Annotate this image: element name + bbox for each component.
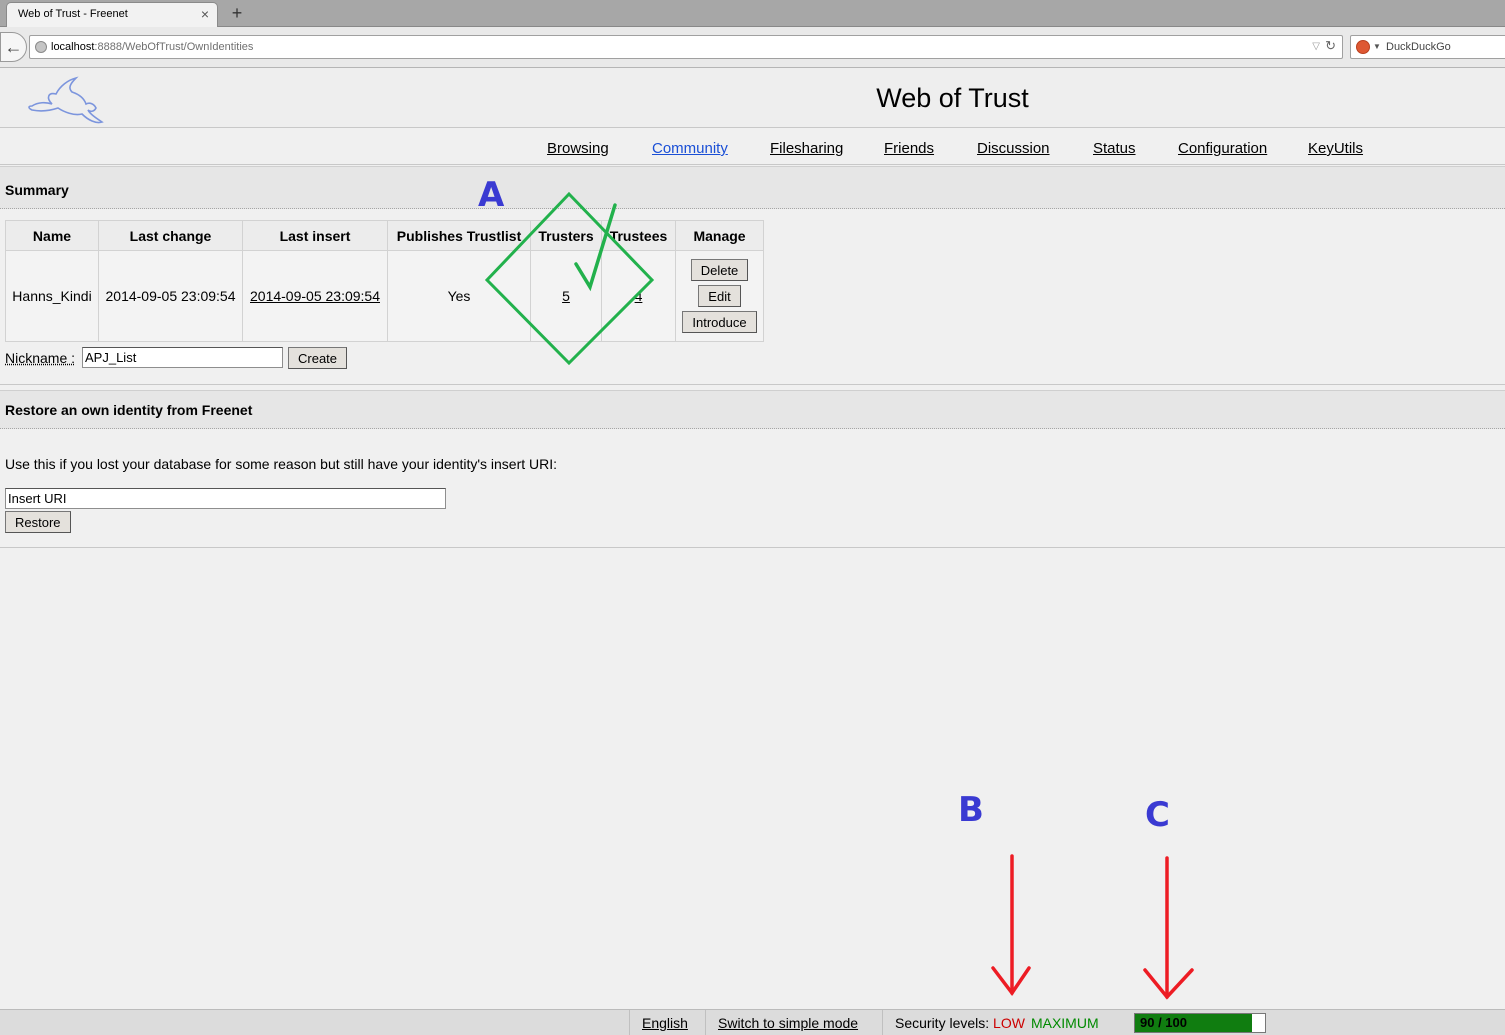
reload-icon[interactable]: ↻ <box>1325 35 1336 57</box>
identity-manage: Delete Edit Introduce <box>675 250 764 342</box>
browser-tab-bar: Web of Trust - Freenet × + <box>0 0 1505 28</box>
menu-community[interactable]: Community <box>652 140 728 157</box>
restore-section: Use this if you lost your database for s… <box>0 429 1505 548</box>
globe-icon <box>35 41 47 53</box>
security-physical-level[interactable]: MAXIMUM <box>1031 1015 1099 1031</box>
bandwidth-progress-bar: 90 / 100 <box>1134 1013 1266 1033</box>
main-menu: Browsing Community Filesharing Friends D… <box>0 129 1505 165</box>
menu-keyutils[interactable]: KeyUtils <box>1308 140 1363 157</box>
identity-last-insert: 2014-09-05 23:09:54 <box>242 250 388 342</box>
browser-tab[interactable]: Web of Trust - Freenet × <box>6 2 218 28</box>
language-cell: English <box>629 1010 700 1035</box>
menu-configuration[interactable]: Configuration <box>1178 140 1267 157</box>
url-path: :8888/WebOfTrust/OwnIdentities <box>94 41 254 53</box>
column-header-manage: Manage <box>675 220 764 251</box>
security-levels-label: Security levels: <box>895 1015 990 1031</box>
search-engine-name: DuckDuckGo <box>1386 41 1451 53</box>
identities-table: Name Last change Last insert Publishes T… <box>5 220 764 342</box>
security-network-level[interactable]: LOW <box>993 1015 1025 1031</box>
language-link[interactable]: English <box>642 1015 688 1031</box>
create-button[interactable]: Create <box>288 347 348 369</box>
close-icon[interactable]: × <box>201 3 209 25</box>
edit-button[interactable]: Edit <box>698 285 741 307</box>
column-header-name: Name <box>5 220 99 251</box>
mode-cell: Switch to simple mode <box>705 1010 870 1035</box>
page-title: Web of Trust <box>876 83 1029 113</box>
restore-button[interactable]: Restore <box>5 511 71 533</box>
nickname-label: Nickname : <box>5 350 76 366</box>
status-bar: English Switch to simple mode Security l… <box>0 1009 1505 1035</box>
summary-heading: Summary <box>0 166 1505 209</box>
column-header-publishes-trustlist: Publishes Trustlist <box>387 220 531 251</box>
identity-publishes-trustlist: Yes <box>387 250 531 342</box>
annotation-letter-a: A <box>478 175 505 215</box>
identity-name: Hanns_Kindi <box>5 250 99 342</box>
search-input[interactable]: ▼ DuckDuckGo <box>1350 35 1505 59</box>
identity-trustees: 4 <box>601 250 676 342</box>
insert-uri-field[interactable] <box>5 488 446 509</box>
menu-status[interactable]: Status <box>1093 140 1136 157</box>
column-header-trustees: Trustees <box>601 220 676 251</box>
url-host: localhost <box>51 41 95 53</box>
url-bar[interactable]: localhost:8888/WebOfTrust/OwnIdentities … <box>29 35 1343 59</box>
trustees-link[interactable]: 4 <box>635 288 643 304</box>
switch-mode-link[interactable]: Switch to simple mode <box>718 1015 858 1031</box>
introduce-button[interactable]: Introduce <box>682 311 757 333</box>
new-tab-icon[interactable]: + <box>229 3 245 24</box>
chevron-down-icon[interactable]: ▽ <box>1312 36 1320 58</box>
progress-text: 90 / 100 <box>1140 1015 1187 1030</box>
column-header-last-insert: Last insert <box>242 220 388 251</box>
column-header-trusters: Trusters <box>530 220 602 251</box>
menu-filesharing[interactable]: Filesharing <box>770 140 843 157</box>
column-header-last-change: Last change <box>98 220 243 251</box>
summary-section: Name Last change Last insert Publishes T… <box>0 209 1505 385</box>
identity-last-change: 2014-09-05 23:09:54 <box>98 250 243 342</box>
duckduckgo-icon[interactable] <box>1356 40 1370 54</box>
restore-heading: Restore an own identity from Freenet <box>0 390 1505 429</box>
annotation-letter-b: B <box>958 790 984 830</box>
nickname-field[interactable] <box>82 347 283 368</box>
identity-trusters: 5 <box>530 250 602 342</box>
table-row: Hanns_Kindi 2014-09-05 23:09:54 2014-09-… <box>5 250 764 342</box>
search-engine-dropdown-icon[interactable]: ▼ <box>1373 36 1381 58</box>
annotation-arrow-b <box>991 854 1031 996</box>
restore-description: Use this if you lost your database for s… <box>5 456 558 472</box>
annotation-letter-c: C <box>1145 795 1170 835</box>
menu-friends[interactable]: Friends <box>884 140 934 157</box>
menu-browsing[interactable]: Browsing <box>547 140 609 157</box>
back-button[interactable]: ← <box>0 32 27 62</box>
delete-button[interactable]: Delete <box>690 259 749 281</box>
last-insert-link[interactable]: 2014-09-05 23:09:54 <box>250 288 380 304</box>
page-header: Web of Trust <box>0 68 1505 128</box>
menu-discussion[interactable]: Discussion <box>977 140 1050 157</box>
browser-nav-bar: ← localhost:8888/WebOfTrust/OwnIdentitie… <box>0 27 1505 68</box>
annotation-arrow-c <box>1143 856 1194 1000</box>
security-levels: Security levels: LOW MAXIMUM <box>882 1010 1111 1035</box>
tab-title: Web of Trust - Freenet <box>18 8 128 20</box>
trusters-link[interactable]: 5 <box>562 288 570 304</box>
